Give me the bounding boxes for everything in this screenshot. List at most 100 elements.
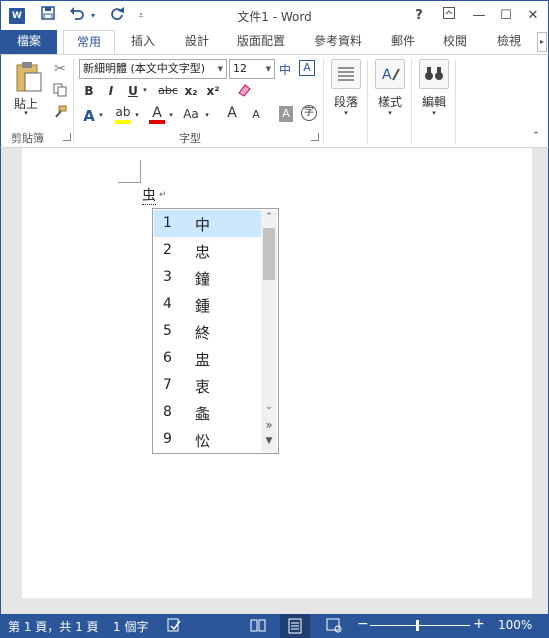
clipboard-group-label: 剪貼簿 bbox=[11, 132, 44, 145]
candidate-item[interactable]: 6盅 bbox=[154, 345, 262, 372]
maximize-button[interactable]: ☐ bbox=[494, 5, 518, 27]
char-border-icon[interactable]: A bbox=[299, 60, 315, 76]
tab-view[interactable]: 檢視 bbox=[491, 30, 527, 54]
editing-button[interactable]: 編輯 ▾ bbox=[417, 59, 451, 129]
zoom-out-button[interactable]: − bbox=[357, 616, 369, 632]
minimize-button[interactable]: — bbox=[467, 5, 491, 27]
clipboard-dialog-launcher-icon[interactable] bbox=[63, 133, 71, 141]
font-color-icon: A bbox=[152, 105, 162, 121]
page-down-icon[interactable]: ▼ bbox=[261, 436, 277, 446]
candidate-item[interactable]: 3鐘 bbox=[154, 264, 262, 291]
underline-button[interactable]: U bbox=[125, 84, 141, 98]
enclose-char-button[interactable]: 字 bbox=[301, 105, 317, 121]
word-count[interactable]: 1 個字 bbox=[113, 618, 148, 635]
candidate-item[interactable]: 2忠 bbox=[154, 237, 262, 264]
web-layout-icon[interactable] bbox=[326, 617, 342, 636]
candidate-character: 鍾 bbox=[195, 297, 211, 315]
font-color-button[interactable]: A bbox=[147, 105, 167, 125]
zoom-slider[interactable] bbox=[370, 625, 470, 626]
tab-insert[interactable]: 插入 bbox=[123, 30, 163, 54]
tab-references[interactable]: 參考資料 bbox=[307, 30, 369, 54]
format-painter-icon[interactable] bbox=[51, 105, 69, 122]
tab-mailings[interactable]: 郵件 bbox=[385, 30, 421, 54]
bold-button[interactable]: B bbox=[81, 84, 97, 98]
font-name-box[interactable]: 新細明體 (本文中文字型) ▼ bbox=[79, 59, 227, 79]
font-name-value: 新細明體 (本文中文字型) bbox=[83, 62, 206, 75]
scroll-down-icon[interactable]: ⌄ bbox=[261, 402, 277, 412]
font-color-dropdown-icon[interactable]: ▾ bbox=[167, 111, 175, 119]
zoom-level[interactable]: 100% bbox=[498, 618, 532, 632]
zoom-slider-thumb[interactable] bbox=[416, 620, 419, 631]
cut-icon[interactable]: ✂ bbox=[51, 61, 69, 77]
font-size-dropdown-icon[interactable]: ▼ bbox=[266, 60, 271, 78]
subscript-button[interactable]: x₂ bbox=[183, 84, 199, 98]
candidate-item[interactable]: 7衷 bbox=[154, 372, 262, 399]
ribbon-home: 貼上 ▾ ✂ 剪貼簿 新細明體 (本文中文字型) ▼ 12 ▼ 中 A B I … bbox=[0, 54, 549, 148]
title-bar: W ▾ ⩡ 文件1 - Word ? — ☐ ✕ bbox=[0, 0, 549, 30]
font-dialog-launcher-icon[interactable] bbox=[311, 133, 319, 141]
paragraph-button[interactable]: 段落 ▾ bbox=[329, 59, 363, 129]
tab-home[interactable]: 常用 bbox=[63, 30, 115, 55]
ribbon-display-options-button[interactable] bbox=[437, 5, 461, 27]
candidate-scrollbar[interactable]: ⌃ ⌄ » ▼ bbox=[261, 210, 277, 452]
strikethrough-button[interactable]: abc bbox=[157, 84, 179, 97]
text-effects-icon[interactable]: A bbox=[81, 107, 97, 125]
crop-mark bbox=[118, 182, 141, 183]
read-mode-icon[interactable] bbox=[250, 617, 266, 636]
tab-file[interactable]: 檔案 bbox=[1, 30, 57, 54]
status-bar: 第 1 頁，共 1 頁 1 個字 − + 100% bbox=[0, 614, 549, 638]
tab-scroll-right-icon[interactable]: ▸ bbox=[537, 32, 547, 52]
composition-text: 虫 bbox=[142, 188, 156, 205]
page-count[interactable]: 第 1 頁，共 1 頁 bbox=[8, 618, 99, 635]
paragraph-icon bbox=[331, 59, 361, 89]
clear-formatting-icon[interactable] bbox=[235, 83, 253, 100]
shrink-font-button[interactable]: A bbox=[249, 108, 263, 121]
tab-review[interactable]: 校閱 bbox=[437, 30, 473, 54]
separator bbox=[411, 59, 412, 143]
candidate-item[interactable]: 4鍾 bbox=[154, 291, 262, 318]
candidate-item[interactable]: 9忪 bbox=[154, 426, 262, 453]
italic-button[interactable]: I bbox=[103, 84, 119, 98]
collapse-ribbon-icon[interactable]: ⌃ bbox=[529, 131, 543, 141]
highlight-color-button[interactable]: ab bbox=[113, 105, 133, 125]
separator bbox=[455, 59, 456, 143]
zoom-in-button[interactable]: + bbox=[473, 616, 485, 632]
change-case-button[interactable]: Aa bbox=[181, 107, 201, 121]
scroll-up-icon[interactable]: ⌃ bbox=[261, 212, 277, 222]
char-shading-button[interactable]: A bbox=[279, 106, 293, 122]
highlight-color-swatch bbox=[115, 120, 131, 124]
candidate-item[interactable]: 5終 bbox=[154, 318, 262, 345]
font-color-swatch bbox=[149, 120, 165, 124]
help-button[interactable]: ? bbox=[407, 5, 431, 27]
tab-design[interactable]: 設計 bbox=[177, 30, 217, 54]
styles-button[interactable]: A 樣式 ▾ bbox=[373, 59, 407, 129]
text-effects-dropdown-icon[interactable]: ▾ bbox=[97, 111, 105, 119]
candidate-character: 鐘 bbox=[195, 270, 211, 288]
print-layout-icon[interactable] bbox=[280, 614, 310, 638]
candidate-item[interactable]: 8螽 bbox=[154, 399, 262, 426]
paragraph-mark: ↵ bbox=[159, 190, 167, 200]
change-case-dropdown-icon[interactable]: ▾ bbox=[203, 111, 211, 119]
expand-candidates-icon[interactable]: » bbox=[261, 418, 277, 432]
crop-mark bbox=[140, 160, 141, 182]
underline-dropdown-icon[interactable]: ▾ bbox=[141, 86, 149, 94]
grow-font-button[interactable]: A bbox=[225, 105, 239, 121]
font-size-box[interactable]: 12 ▼ bbox=[229, 59, 275, 79]
phonetic-guide-icon[interactable]: 中 bbox=[277, 61, 293, 78]
tab-layout[interactable]: 版面配置 bbox=[231, 30, 291, 54]
candidate-character: 終 bbox=[195, 324, 211, 342]
candidate-character: 忪 bbox=[195, 432, 211, 450]
clipboard-icon bbox=[16, 62, 42, 92]
highlight-dropdown-icon[interactable]: ▾ bbox=[133, 111, 141, 119]
paste-dropdown-icon[interactable]: ▾ bbox=[9, 109, 43, 117]
proofing-icon[interactable] bbox=[166, 617, 182, 636]
separator bbox=[367, 59, 368, 143]
superscript-button[interactable]: x² bbox=[205, 84, 221, 98]
scroll-thumb[interactable] bbox=[263, 228, 275, 280]
candidate-item[interactable]: 1中 bbox=[154, 210, 262, 237]
font-name-dropdown-icon[interactable]: ▼ bbox=[218, 60, 223, 78]
close-button[interactable]: ✕ bbox=[521, 5, 545, 27]
copy-icon[interactable] bbox=[51, 83, 69, 100]
styles-icon: A bbox=[375, 59, 405, 89]
paste-button[interactable]: 貼上 ▾ bbox=[9, 61, 47, 117]
